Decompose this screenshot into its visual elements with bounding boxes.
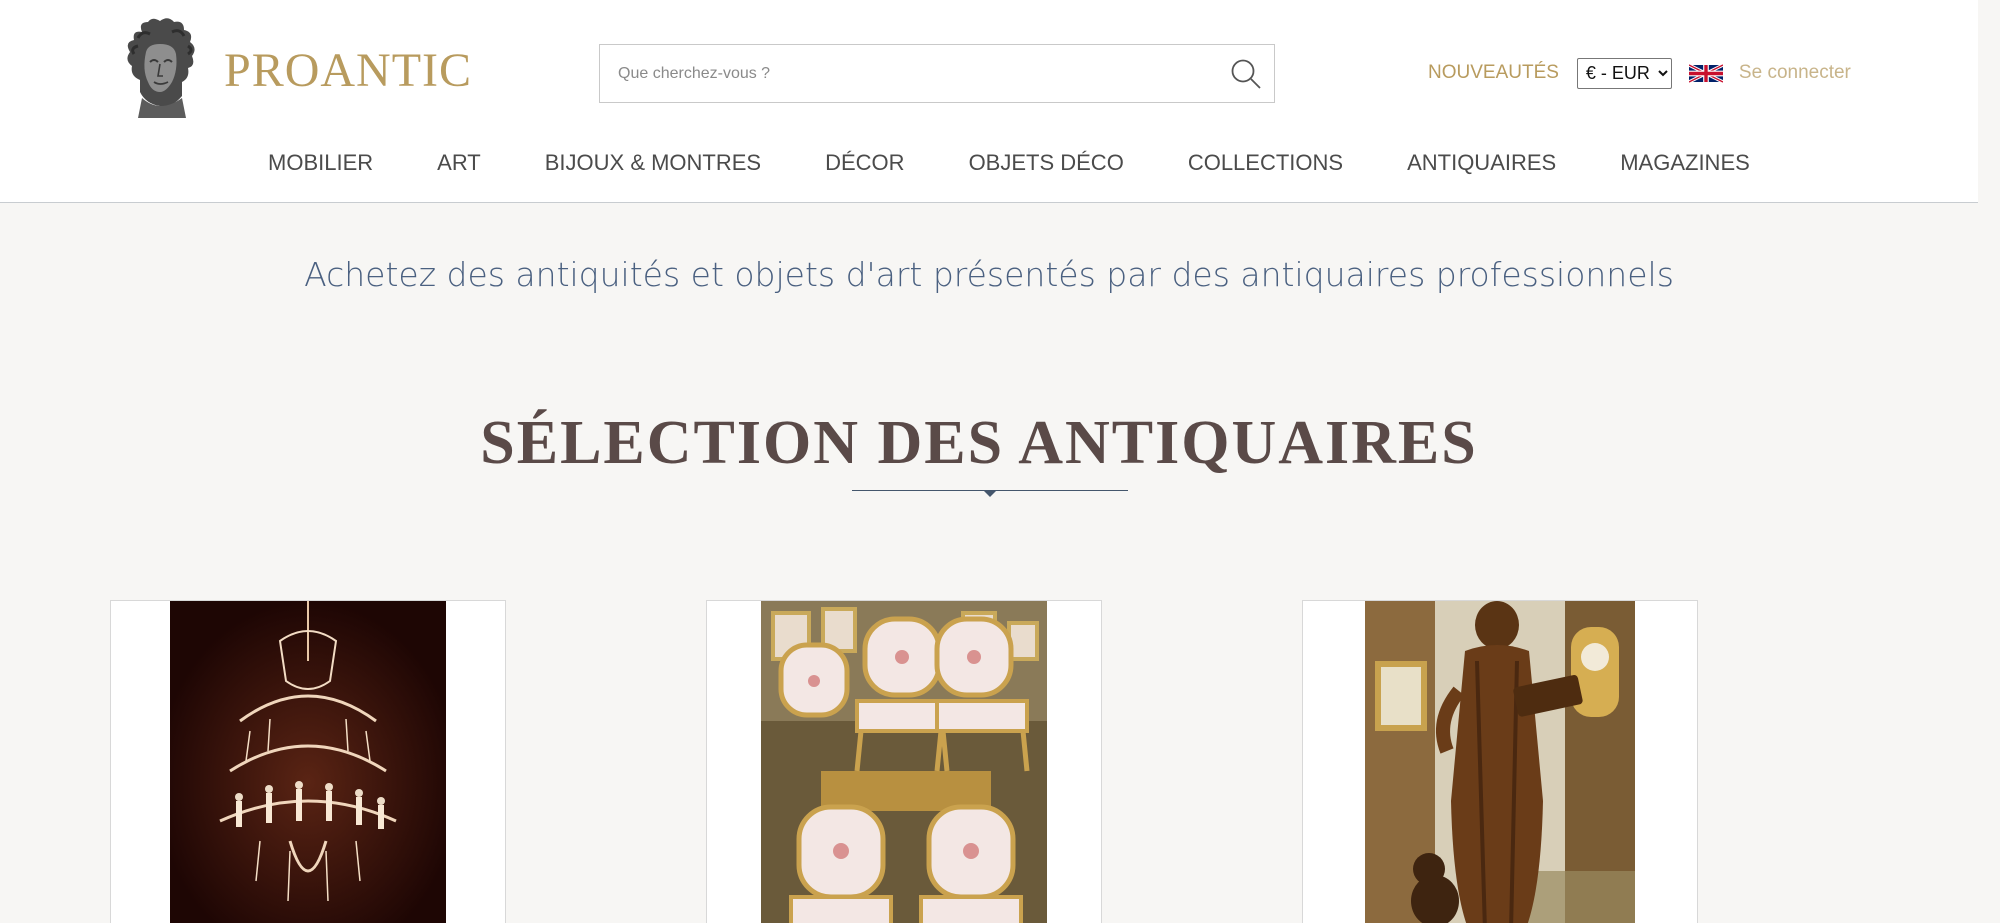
brand-name: PROANTIC [224, 43, 473, 97]
nav-item-collections[interactable]: COLLECTIONS [1188, 150, 1343, 176]
main-nav: MOBILIER ART BIJOUX & MONTRES DÉCOR OBJE… [108, 124, 1850, 202]
nouveautes-link[interactable]: NOUVEAUTÉS [1428, 62, 1559, 84]
statue-bust-icon [127, 18, 195, 118]
product-card[interactable] [110, 600, 506, 923]
nav-item-objets-deco[interactable]: OBJETS DÉCO [969, 150, 1124, 176]
site-header: PROANTIC NOUVEAUTÉS € - EUR Se connecter… [0, 0, 1978, 203]
gilded-chairs-image [761, 601, 1047, 923]
search-input[interactable] [600, 45, 1218, 102]
crystal-chandelier-image [170, 601, 446, 923]
hero-tagline: Achetez des antiquités et objets d'art p… [304, 255, 1674, 294]
search-icon [1231, 59, 1261, 89]
nav-item-art[interactable]: ART [437, 150, 481, 176]
login-link[interactable]: Se connecter [1739, 62, 1851, 84]
uk-flag-icon[interactable] [1688, 61, 1723, 86]
product-grid [110, 600, 1850, 923]
currency-select[interactable]: € - EUR [1576, 57, 1672, 89]
site-logo[interactable]: PROANTIC [112, 18, 472, 122]
section-title: SÉLECTION DES ANTIQUAIRES [480, 409, 1478, 477]
nav-item-antiquaires[interactable]: ANTIQUAIRES [1407, 150, 1556, 176]
product-card[interactable] [1302, 600, 1698, 923]
nav-item-decor[interactable]: DÉCOR [825, 150, 904, 176]
carved-saint-statue-image [1365, 601, 1635, 923]
product-card[interactable] [706, 600, 1102, 923]
nav-item-mobilier[interactable]: MOBILIER [268, 150, 373, 176]
header-actions: NOUVEAUTÉS € - EUR Se connecter [1428, 56, 1851, 90]
caret-down-icon [983, 490, 997, 497]
search-button[interactable] [1218, 45, 1274, 102]
nav-item-magazines[interactable]: MAGAZINES [1620, 150, 1750, 176]
nav-item-bijoux-montres[interactable]: BIJOUX & MONTRES [545, 150, 761, 176]
search-bar [599, 44, 1275, 103]
